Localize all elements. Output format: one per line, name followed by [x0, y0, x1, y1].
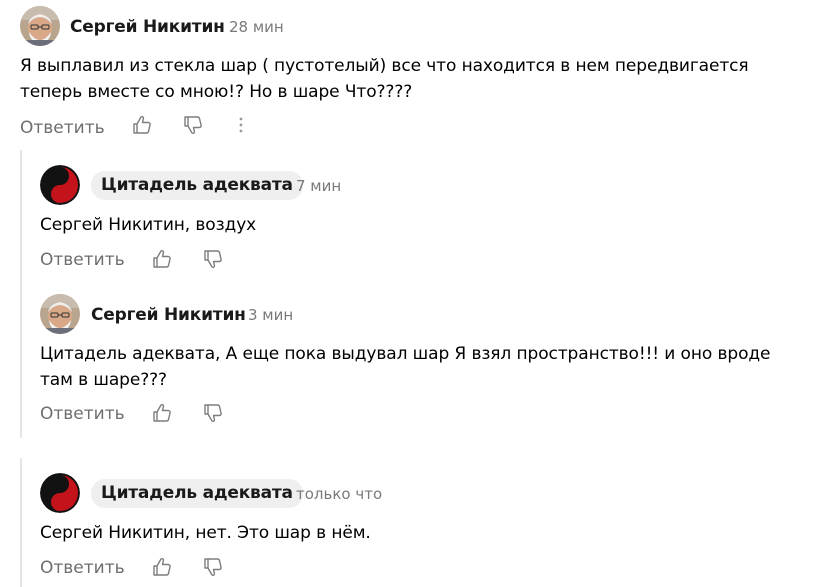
reply-button[interactable]: Ответить [20, 118, 105, 138]
thumbs-up-icon[interactable] [151, 556, 173, 578]
thumbs-down-icon[interactable] [202, 556, 224, 578]
comment-author[interactable]: Цитадель адеквата [91, 171, 303, 200]
reply-button[interactable]: Ответить [40, 404, 125, 424]
thumbs-down-icon[interactable] [182, 114, 204, 136]
thumbs-up-icon[interactable] [131, 114, 153, 136]
reply-button[interactable]: Ответить [40, 558, 125, 578]
comment-text: Я выплавил из стекла шар ( пустотелый) в… [20, 56, 749, 102]
yin-yang-avatar[interactable] [40, 165, 80, 205]
reply-button[interactable]: Ответить [40, 250, 125, 270]
comment-time: 3 мин [248, 306, 294, 324]
thumbs-up-icon[interactable] [151, 402, 173, 424]
comment-text: Сергей Никитин, воздух [40, 215, 257, 235]
more-vertical-icon[interactable] [237, 116, 245, 136]
comment-author[interactable]: Цитадель адеквата [91, 479, 303, 508]
yin-yang-avatar[interactable] [40, 473, 80, 513]
comment: Цитадель адеквата только что Сергей Ники… [0, 458, 814, 587]
comment: Сергей Никитин 3 мин Цитадель адеквата, … [0, 280, 814, 450]
comment-text: Цитадель адеквата, А еще пока выдувал ша… [40, 344, 771, 390]
comment: Цитадель адеквата 7 мин Сергей Никитин, … [0, 150, 814, 280]
comment-author[interactable]: Сергей Никитин [91, 305, 246, 325]
thumbs-up-icon[interactable] [151, 248, 173, 270]
bearded-man-avatar[interactable] [20, 6, 60, 46]
bearded-man-avatar[interactable] [40, 294, 80, 334]
comment-time: только что [296, 485, 383, 503]
comment: Сергей Никитин 28 мин Я выплавил из стек… [0, 0, 814, 150]
thumbs-down-icon[interactable] [202, 248, 224, 270]
thumbs-down-icon[interactable] [202, 402, 224, 424]
comment-text: Сергей Никитин, нет. Это шар в нём. [40, 523, 371, 543]
comment-time: 7 мин [296, 177, 342, 195]
comment-time: 28 мин [229, 18, 284, 36]
comment-author[interactable]: Сергей Никитин [70, 17, 225, 37]
